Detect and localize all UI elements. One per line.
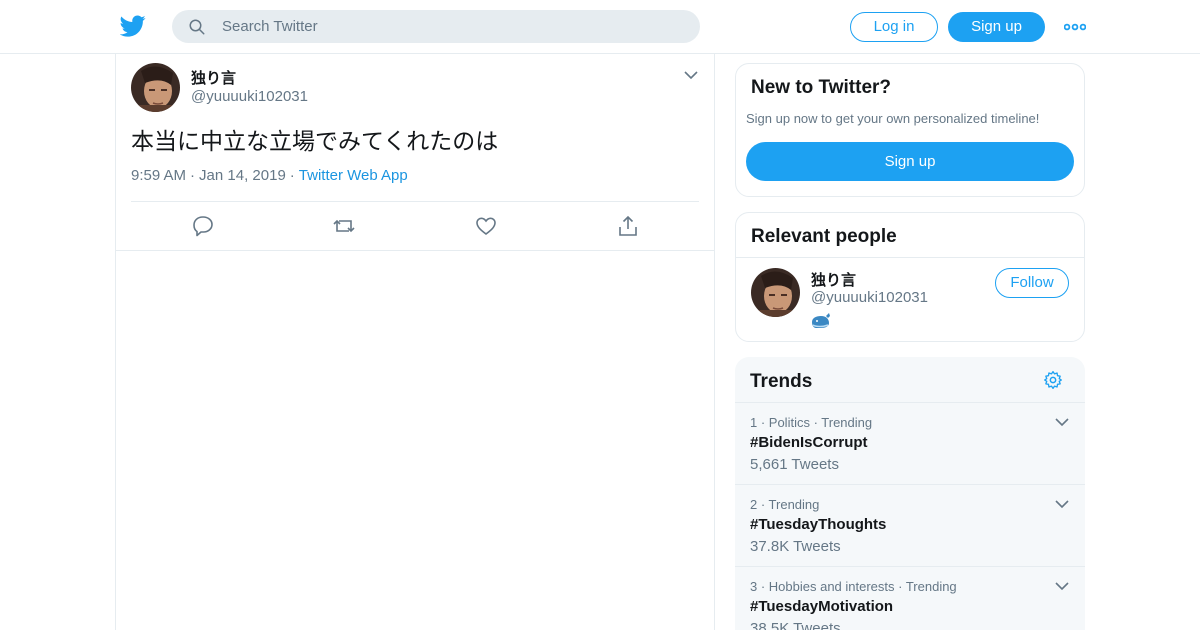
tweet-source-link[interactable]: Twitter Web App xyxy=(299,167,408,184)
card-title: Trends xyxy=(750,371,813,392)
trend-item[interactable]: 3 · Hobbies and interests · Trending #Tu… xyxy=(735,566,1085,630)
share-icon[interactable] xyxy=(616,214,640,238)
tweet-date[interactable]: Jan 14, 2019 xyxy=(199,167,286,184)
trend-context: 3 · Hobbies and interests · Trending xyxy=(750,579,957,594)
chevron-down-icon[interactable] xyxy=(1055,499,1069,509)
search-input[interactable] xyxy=(222,10,682,43)
divider xyxy=(736,257,1084,258)
person-handle[interactable]: @yuuuuki102031 xyxy=(811,289,928,306)
trend-name[interactable]: #TuesdayMotivation xyxy=(750,598,893,615)
signup-button[interactable]: Sign up xyxy=(948,12,1045,42)
avatar-image xyxy=(131,63,180,112)
card-title: New to Twitter? xyxy=(751,77,892,98)
tweet-author-handle[interactable]: @yuuuuki102031 xyxy=(191,88,308,105)
card-subtitle: Sign up now to get your own personalized… xyxy=(746,111,1040,126)
trend-item[interactable]: 2 · Trending #TuesdayThoughts 37.8K Twee… xyxy=(735,484,1085,566)
trend-name[interactable]: #TuesdayThoughts xyxy=(750,516,886,533)
person-name[interactable]: 独り言 xyxy=(811,269,856,290)
twitter-bird-icon[interactable] xyxy=(120,13,146,39)
like-icon[interactable] xyxy=(474,214,498,238)
trend-context: 1 · Politics · Trending xyxy=(750,415,873,430)
card-title: Relevant people xyxy=(751,226,897,247)
meta-separator: · xyxy=(190,167,196,184)
chevron-down-icon[interactable] xyxy=(684,70,698,80)
login-button[interactable]: Log in xyxy=(850,12,938,42)
reply-icon[interactable] xyxy=(191,214,215,238)
avatar-image xyxy=(751,268,800,317)
whale-emoji-icon xyxy=(812,313,830,328)
trend-name[interactable]: #BidenIsCorrupt xyxy=(750,434,868,451)
tweet-text: 本当に中立な立場でみてくれたのは xyxy=(131,129,499,155)
tweet-time[interactable]: 9:59 AM xyxy=(131,167,186,184)
search-bar[interactable] xyxy=(172,10,700,43)
trends-card: Trends 1 · Politics · Trending #BidenIsC… xyxy=(735,357,1085,630)
tweet-meta: 9:59 AM · Jan 14, 2019 · Twitter Web App xyxy=(131,167,408,184)
retweet-icon[interactable] xyxy=(332,214,356,238)
top-bar: Log in Sign up xyxy=(0,0,1200,54)
trend-item[interactable]: 1 · Politics · Trending #BidenIsCorrupt … xyxy=(735,402,1085,484)
tweet-author-name[interactable]: 独り言 xyxy=(191,67,236,88)
chevron-down-icon[interactable] xyxy=(1055,417,1069,427)
meta-separator: · xyxy=(289,167,295,184)
new-to-twitter-card: New to Twitter? Sign up now to get your … xyxy=(735,63,1085,197)
relevant-people-card: Relevant people 独り言 @yuuuuki102031 Follo… xyxy=(735,212,1085,342)
trend-count: 38.5K Tweets xyxy=(750,620,841,630)
avatar[interactable] xyxy=(751,268,800,317)
gear-icon[interactable] xyxy=(1043,370,1063,390)
sidebar-signup-button[interactable]: Sign up xyxy=(746,142,1074,181)
trend-context: 2 · Trending xyxy=(750,497,820,512)
chevron-down-icon[interactable] xyxy=(1055,581,1069,591)
search-icon xyxy=(189,19,205,35)
divider xyxy=(131,201,699,202)
trend-count: 5,661 Tweets xyxy=(750,456,839,473)
avatar[interactable] xyxy=(131,63,180,112)
timeline-column: 独り言 @yuuuuki102031 本当に中立な立場でみてくれたのは 9:59… xyxy=(115,54,715,630)
tweet: 独り言 @yuuuuki102031 本当に中立な立場でみてくれたのは 9:59… xyxy=(116,54,714,251)
follow-button[interactable]: Follow xyxy=(995,268,1069,298)
more-dots-icon[interactable] xyxy=(1064,18,1086,36)
trend-count: 37.8K Tweets xyxy=(750,538,841,555)
